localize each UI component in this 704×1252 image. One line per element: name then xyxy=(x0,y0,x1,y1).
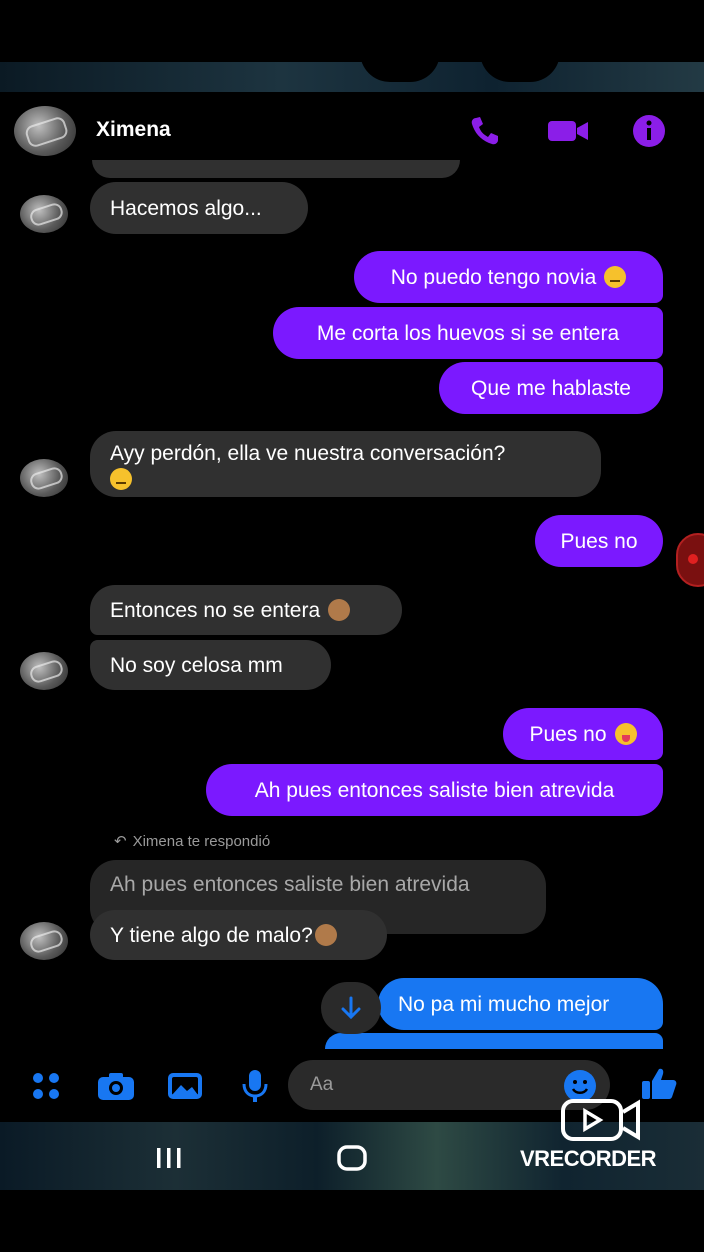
message-text: Entonces no se entera xyxy=(110,598,321,622)
phone-icon[interactable] xyxy=(468,114,504,148)
gallery-icon[interactable] xyxy=(166,1070,204,1102)
message-text: Pues no xyxy=(560,529,638,553)
message-incoming[interactable]: No soy celosa mm xyxy=(90,640,331,690)
sender-avatar[interactable] xyxy=(20,652,68,690)
message-bubble-partial xyxy=(92,160,460,178)
info-icon[interactable] xyxy=(632,114,668,148)
message-input-placeholder: Aa xyxy=(310,1074,334,1095)
message-text: Y tiene algo de malo? xyxy=(110,923,313,947)
message-incoming[interactable]: Entonces no se entera xyxy=(90,585,402,635)
recent-apps-icon[interactable] xyxy=(154,1146,184,1170)
message-text: Que me hablaste xyxy=(471,376,631,400)
sender-avatar[interactable] xyxy=(20,922,68,960)
quoted-message-text: Ah pues entonces saliste bien atrevida xyxy=(110,873,470,896)
message-text: Ah pues entonces saliste bien atrevida xyxy=(254,778,615,802)
status-strip xyxy=(0,52,704,92)
confused-face-emoji-icon xyxy=(604,266,627,288)
reply-indicator: ↶ Ximena te respondió xyxy=(114,832,270,850)
speak-no-evil-monkey-emoji-icon xyxy=(328,599,351,621)
see-no-evil-monkey-emoji-icon xyxy=(314,924,337,946)
apps-grid-icon[interactable] xyxy=(30,1070,66,1102)
message-text: Ayy perdón, ella ve nuestra conversación… xyxy=(110,442,506,465)
thumbs-up-icon[interactable] xyxy=(640,1066,678,1102)
tongue-face-emoji-icon xyxy=(614,723,637,745)
message-text: Hacemos algo... xyxy=(110,196,262,220)
message-bubble-partial xyxy=(325,1033,663,1049)
video-recorder-logo-icon xyxy=(561,1099,640,1141)
decor xyxy=(360,52,440,82)
message-text: No pa mi mucho mejor xyxy=(398,992,610,1016)
scroll-to-bottom-button[interactable] xyxy=(321,982,381,1034)
message-text: Me corta los huevos si se entera xyxy=(316,321,620,345)
pensive-face-emoji-icon xyxy=(110,468,132,491)
message-text: No puedo tengo novia xyxy=(390,265,597,289)
camera-icon[interactable] xyxy=(96,1070,136,1102)
home-icon[interactable] xyxy=(336,1144,368,1172)
message-incoming[interactable]: Hacemos algo... xyxy=(90,182,308,234)
message-outgoing[interactable]: Pues no xyxy=(503,708,663,760)
message-incoming[interactable]: Ayy perdón, ella ve nuestra conversación… xyxy=(90,431,601,497)
reply-arrow-icon: ↶ xyxy=(114,833,127,850)
sender-avatar[interactable] xyxy=(20,459,68,497)
sender-avatar[interactable] xyxy=(20,195,68,233)
message-outgoing[interactable]: Ah pues entonces saliste bien atrevida xyxy=(206,764,663,816)
microphone-icon[interactable] xyxy=(240,1068,270,1104)
message-outgoing[interactable]: Me corta los huevos si se entera xyxy=(273,307,663,359)
arrow-down-icon xyxy=(341,996,361,1020)
decor xyxy=(480,52,560,82)
recorder-watermark: VRECORDER xyxy=(520,1146,657,1171)
message-outgoing[interactable]: No puedo tengo novia xyxy=(354,251,663,303)
message-outgoing[interactable]: Pues no xyxy=(535,515,663,567)
video-camera-icon[interactable] xyxy=(546,114,590,148)
screen-record-button[interactable] xyxy=(676,533,704,587)
contact-name[interactable]: Ximena xyxy=(96,118,171,142)
message-outgoing[interactable]: Que me hablaste xyxy=(439,362,663,414)
message-outgoing-latest[interactable]: No pa mi mucho mejor xyxy=(378,978,663,1030)
reply-label-text: Ximena te respondió xyxy=(132,833,271,850)
contact-avatar[interactable] xyxy=(14,106,76,156)
message-text: Pues no xyxy=(529,722,607,746)
message-incoming[interactable]: Y tiene algo de malo? xyxy=(90,910,387,960)
message-text: No soy celosa mm xyxy=(110,653,283,677)
